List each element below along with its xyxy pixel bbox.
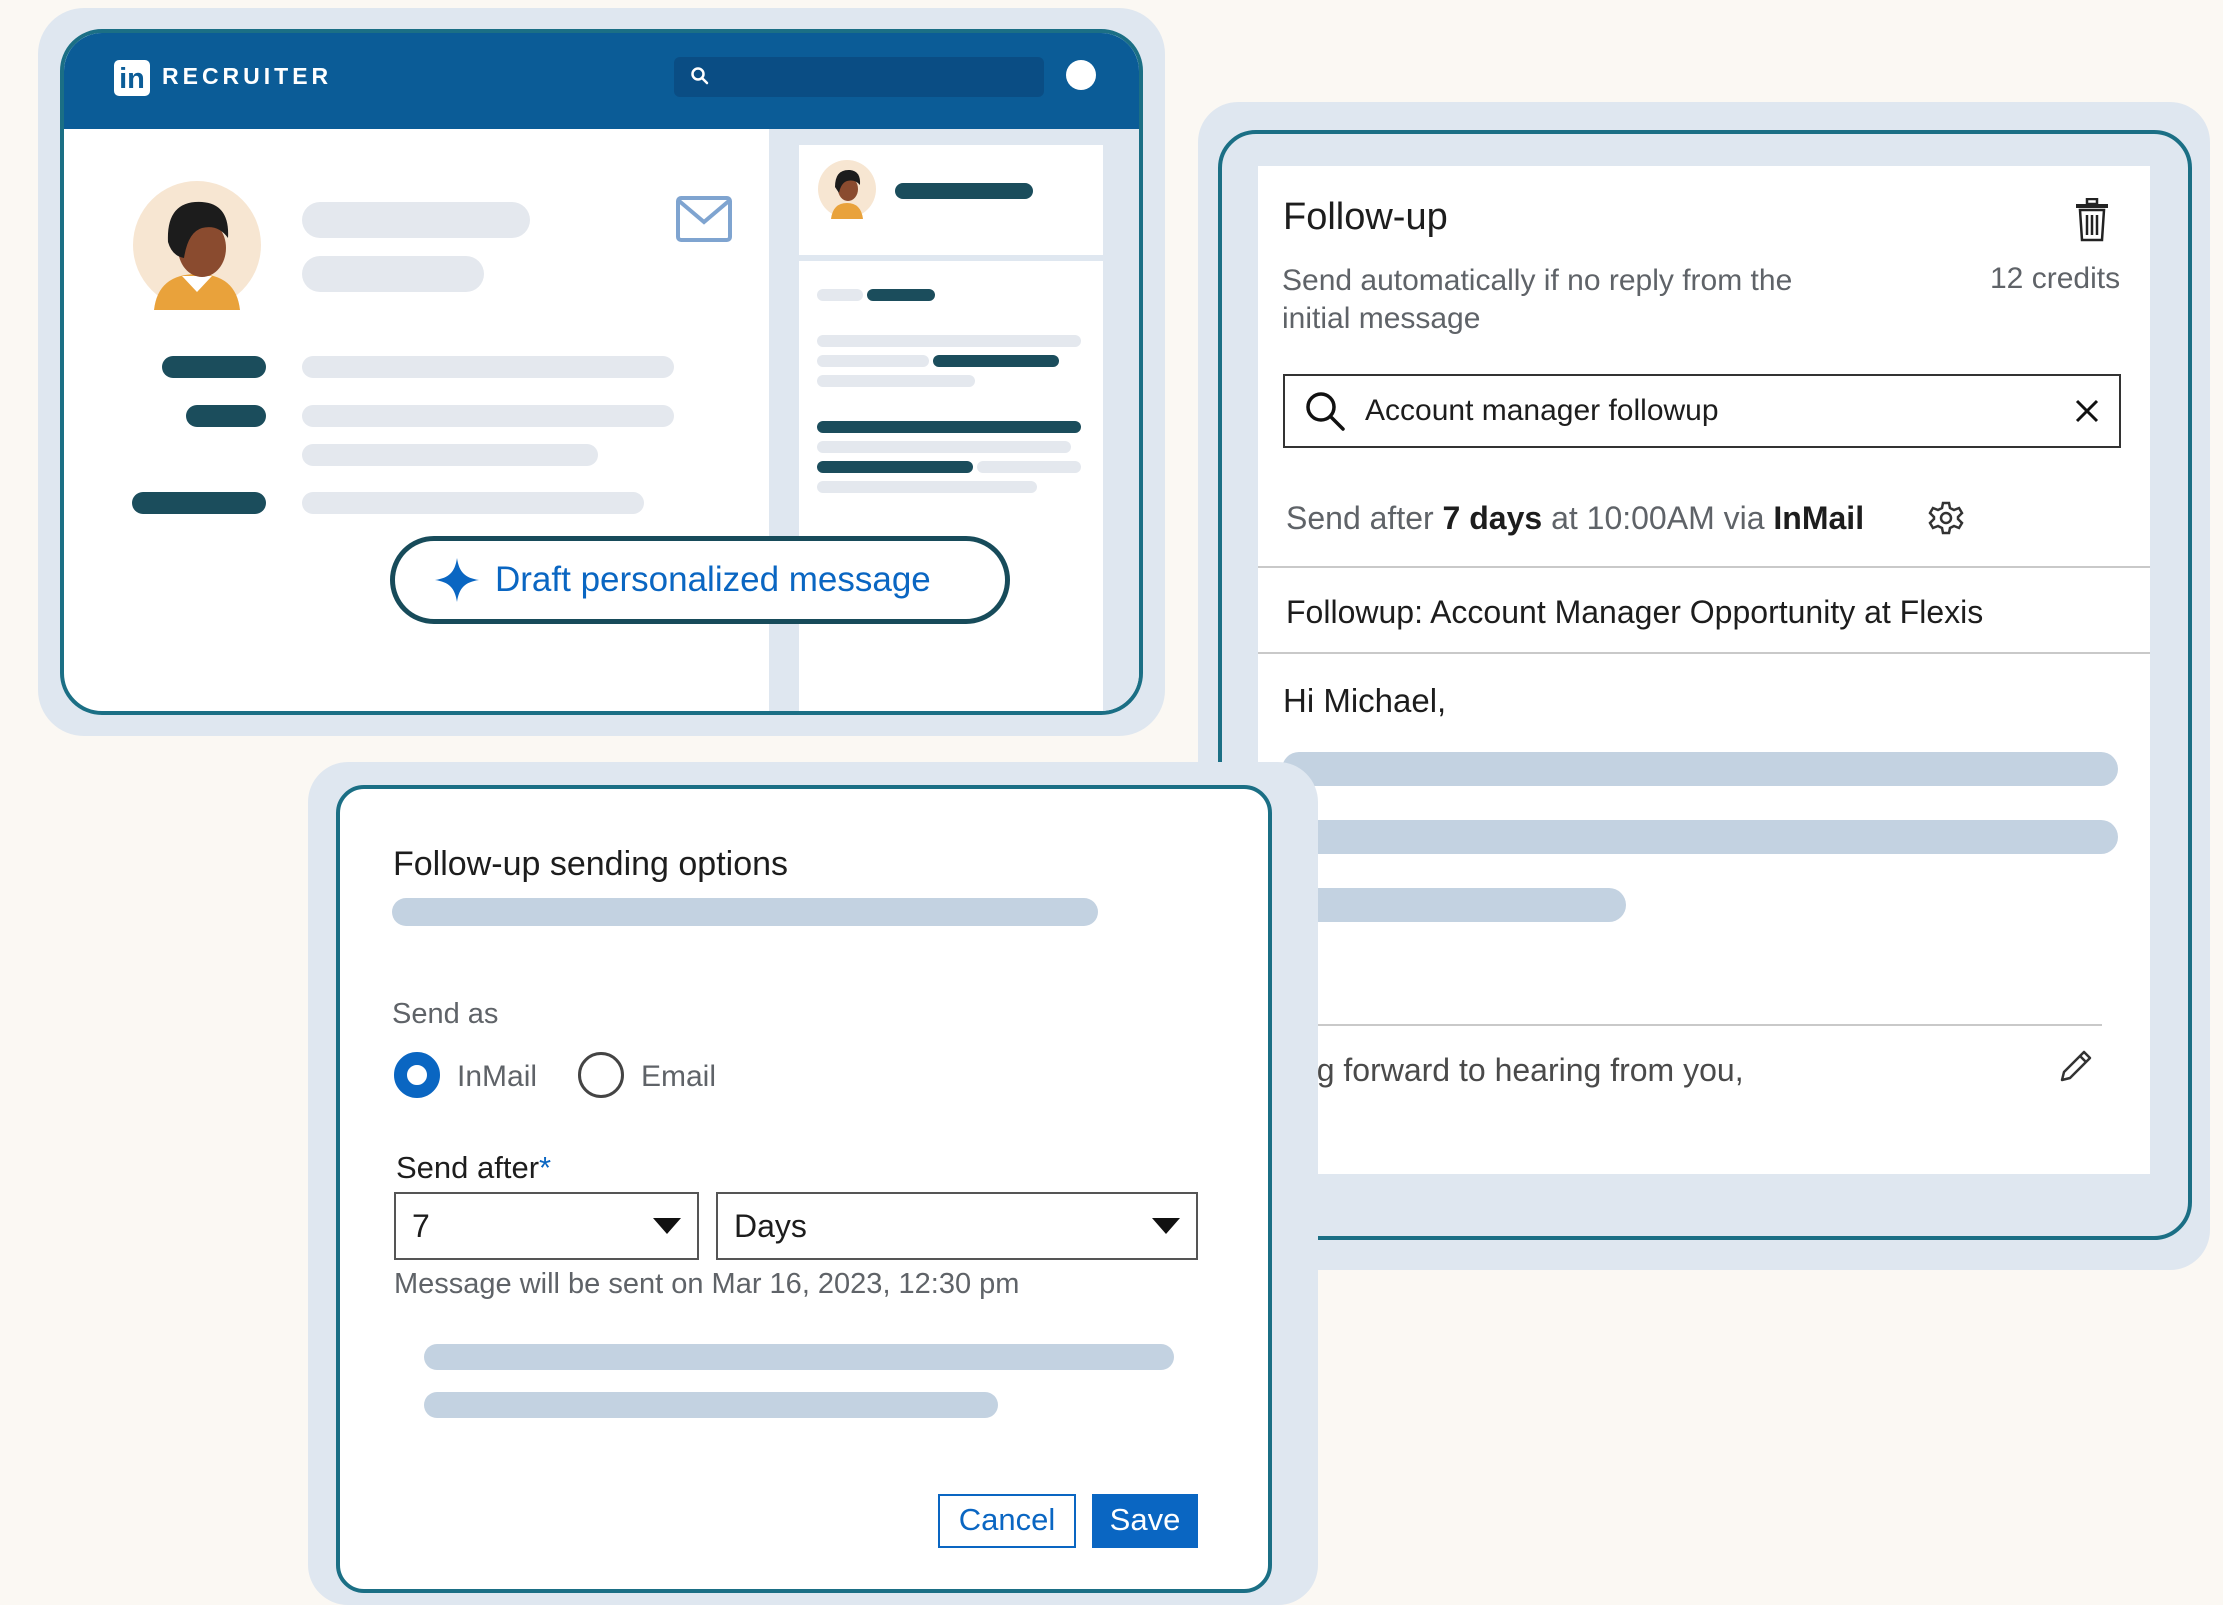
right-details-card — [799, 261, 1103, 711]
search-value: Account manager followup — [1365, 394, 1719, 427]
linkedin-logo-icon: in — [114, 60, 150, 96]
dropdown-arrow-icon — [653, 1218, 681, 1234]
header-search-bar[interactable] — [674, 57, 1044, 97]
save-button[interactable]: Save — [1092, 1494, 1198, 1548]
title-placeholder — [302, 256, 484, 292]
profile-dot-icon[interactable] — [1066, 60, 1096, 90]
unit-value: Days — [734, 1207, 807, 1244]
mail-icon[interactable] — [676, 196, 732, 242]
info-placeholder — [424, 1392, 998, 1418]
amount-value: 7 — [412, 1207, 430, 1244]
email-radio-label[interactable]: Email — [641, 1060, 716, 1094]
draft-personalized-message-button[interactable]: Draft personalized message — [390, 536, 1010, 624]
message-greeting: Hi Michael, — [1283, 682, 1447, 719]
signature-line: oking forward to hearing from you, — [1258, 1052, 1744, 1088]
send-as-label: Send as — [392, 998, 499, 1030]
send-date-note: Message will be sent on Mar 16, 2023, 12… — [394, 1268, 1020, 1300]
cancel-button[interactable]: Cancel — [938, 1494, 1076, 1548]
send-after-label: Send after* — [396, 1150, 552, 1185]
credits-count: 12 credits — [1990, 262, 2121, 295]
profile-name-placeholder — [895, 183, 1033, 199]
trash-icon[interactable] — [2074, 198, 2110, 242]
divider — [1290, 1024, 2102, 1026]
inmail-radio[interactable] — [394, 1052, 440, 1098]
dropdown-arrow-icon — [1152, 1218, 1180, 1234]
message-line-placeholder — [1282, 888, 1626, 922]
small-avatar-icon — [818, 160, 876, 219]
followup-subtitle: Send automatically if no reply from the … — [1282, 264, 1793, 335]
app-title: RECRUITER — [162, 63, 333, 89]
search-icon — [691, 67, 709, 85]
followup-title: Follow-up — [1283, 196, 1448, 238]
message-subject[interactable]: Followup: Account Manager Opportunity at… — [1286, 594, 1983, 631]
send-schedule-text: Send after 7 days at 10:00AM via InMail — [1286, 500, 1865, 536]
draft-button-label: Draft personalized message — [495, 560, 931, 599]
divider — [1258, 566, 2150, 568]
name-placeholder — [302, 202, 530, 238]
divider — [1258, 652, 2150, 654]
search-icon — [1306, 392, 1345, 431]
pencil-icon[interactable] — [2058, 1048, 2094, 1084]
required-mark: * — [539, 1150, 552, 1185]
inmail-radio-label[interactable]: InMail — [457, 1060, 537, 1094]
dialog-title: Follow-up sending options — [393, 845, 789, 883]
right-profile-card — [799, 145, 1103, 255]
candidate-avatar-icon — [133, 181, 261, 310]
sparkle-icon — [435, 558, 479, 602]
email-radio[interactable] — [578, 1052, 624, 1098]
info-placeholder — [424, 1344, 1174, 1370]
unit-select[interactable]: Days — [716, 1192, 1198, 1260]
message-line-placeholder — [1282, 752, 2118, 786]
message-line-placeholder — [1282, 820, 2118, 854]
template-search-input[interactable]: Account manager followup — [1283, 374, 2121, 448]
recruiter-header: in RECRUITER — [64, 33, 1139, 129]
amount-select[interactable]: 7 — [394, 1192, 699, 1260]
gear-icon[interactable] — [1928, 500, 1964, 536]
description-placeholder — [392, 898, 1098, 926]
clear-icon[interactable] — [2073, 397, 2101, 425]
